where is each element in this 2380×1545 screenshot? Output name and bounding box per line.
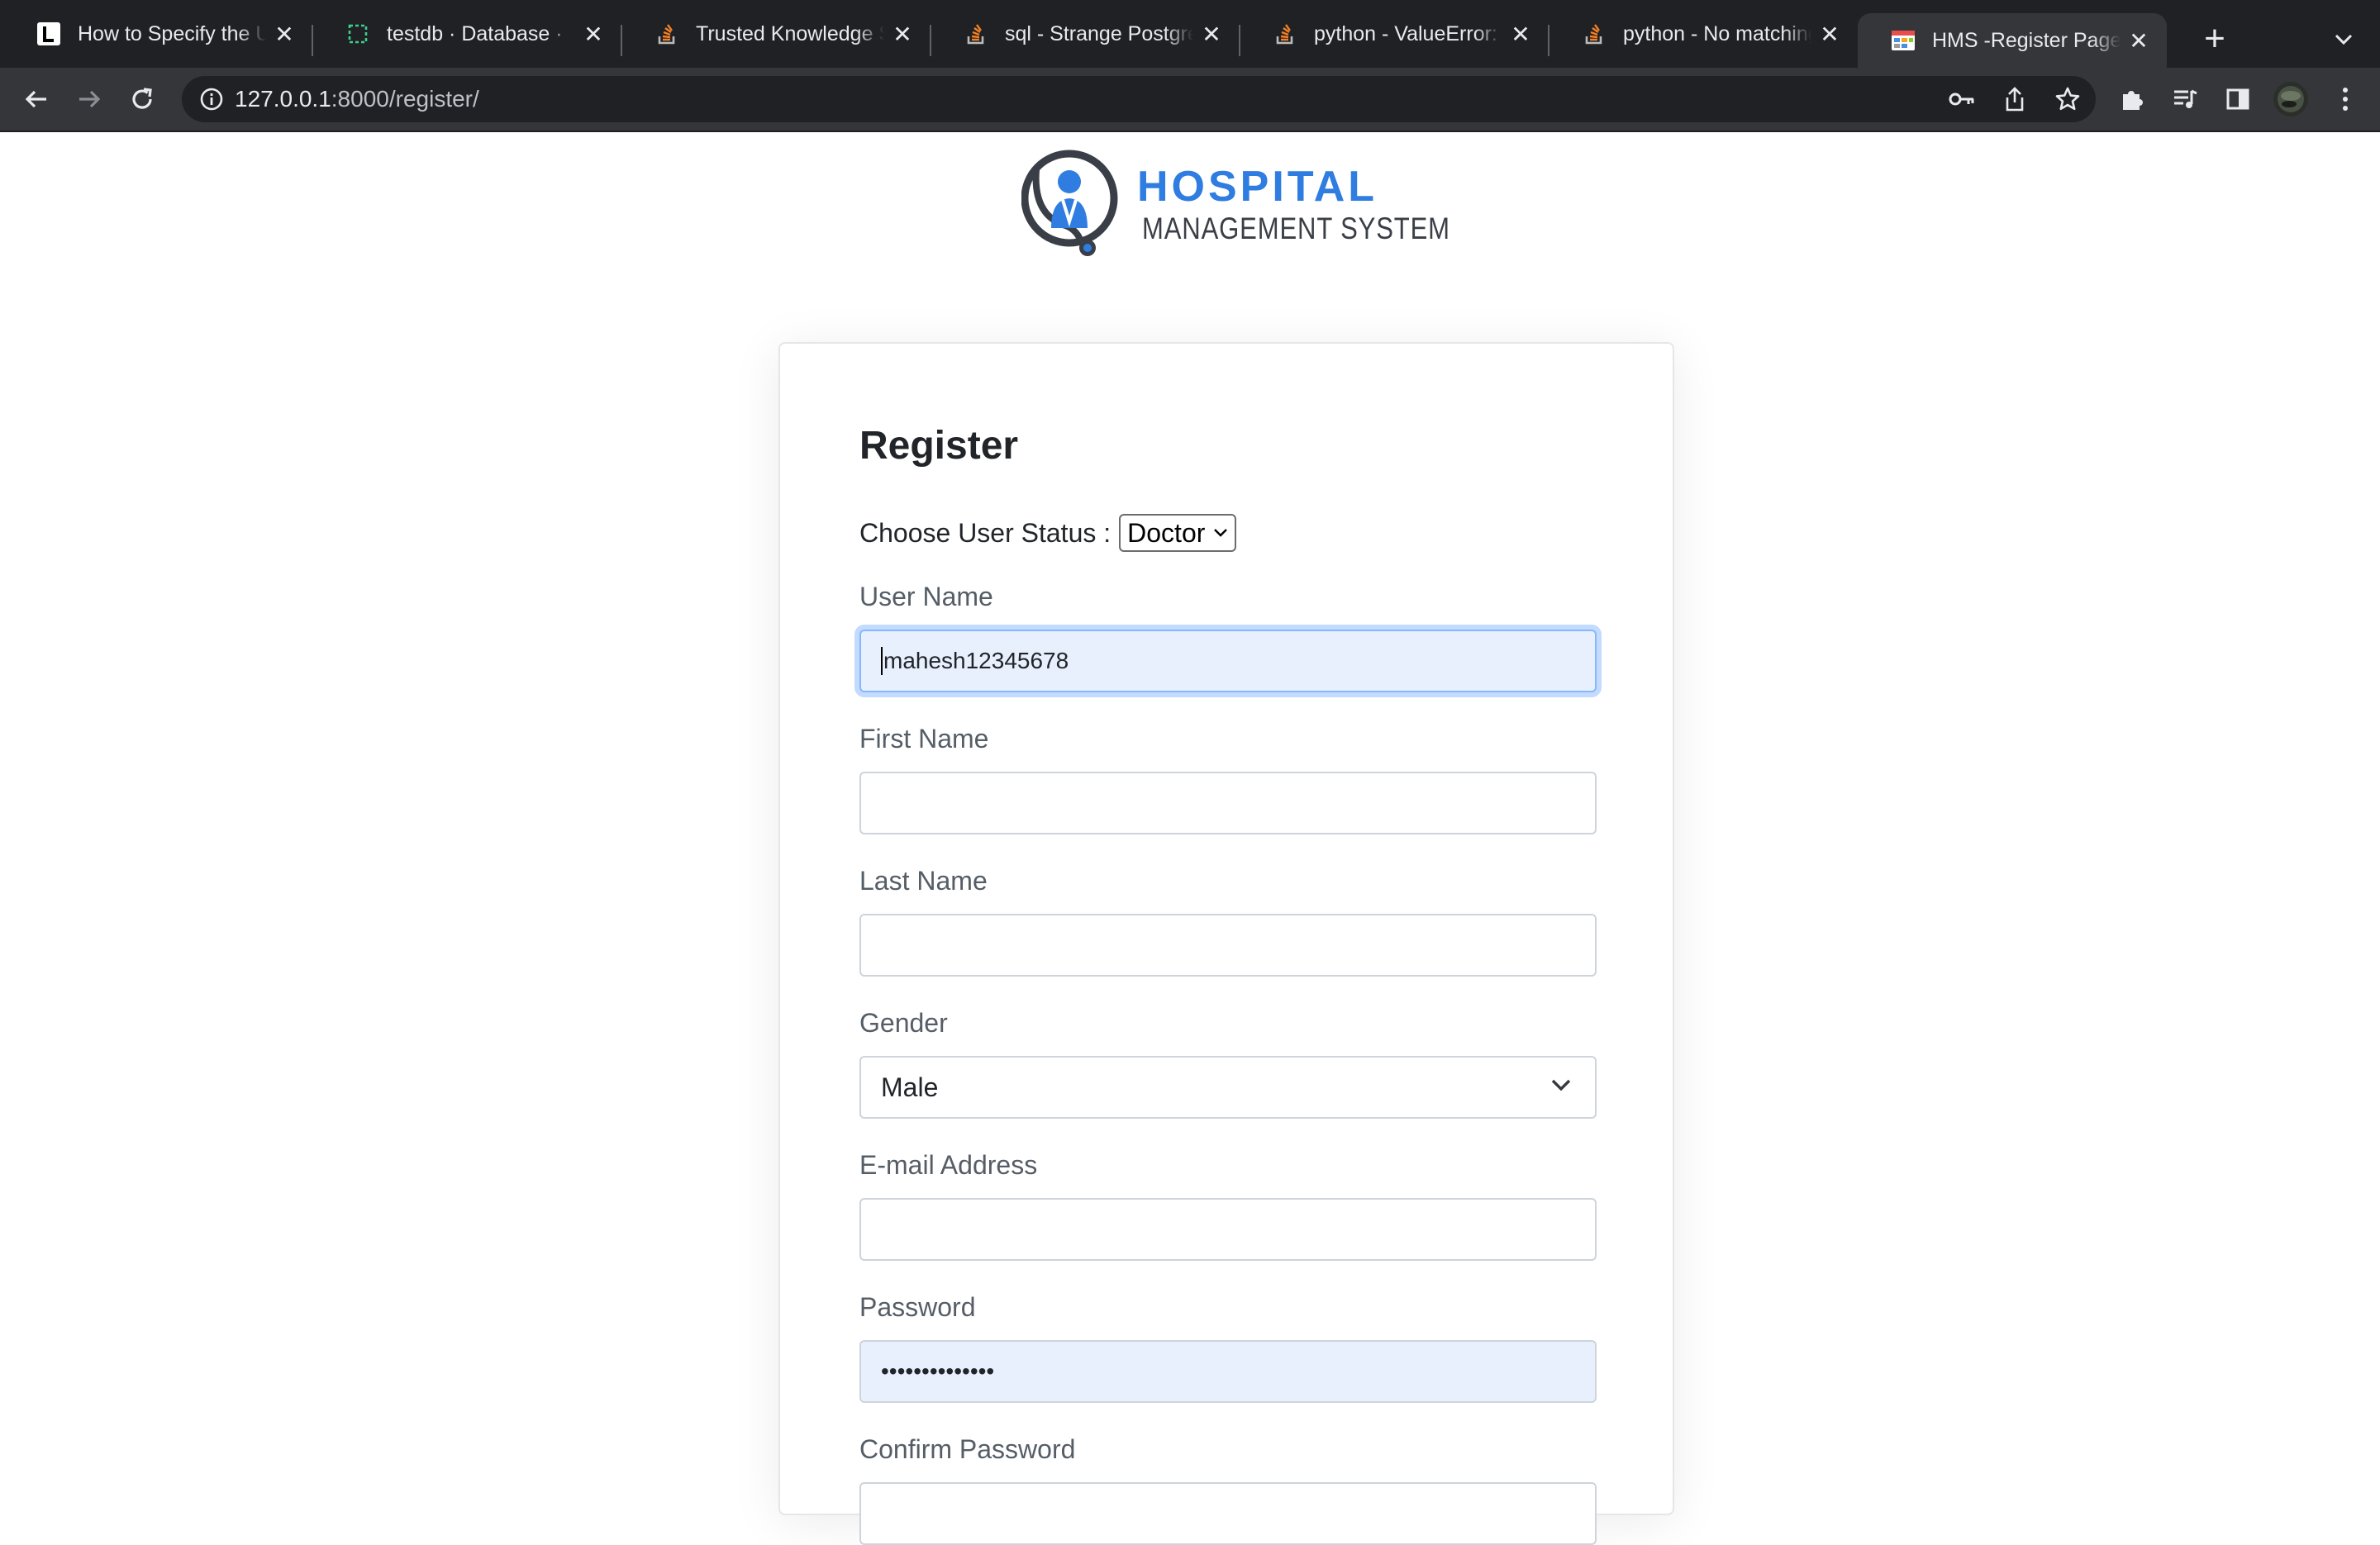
browser-tab[interactable]: sql - Strange Postgres ✕: [931, 0, 1240, 68]
browser-tab[interactable]: How to Specify the UI ✕: [3, 0, 312, 68]
tab-close-icon[interactable]: ✕: [884, 16, 921, 52]
extensions-puzzle-icon[interactable]: [2112, 79, 2152, 119]
logo-title: HOSPITAL: [1137, 163, 1378, 211]
password-value: ••••••••••••••: [881, 1358, 995, 1384]
text-caret: [881, 647, 883, 675]
tab-title: python - No matching: [1623, 21, 1811, 45]
browser-tab[interactable]: python - No matching ✕: [1549, 0, 1858, 68]
share-icon[interactable]: [1998, 83, 2031, 116]
url-path: :8000/register/: [331, 86, 479, 112]
profile-avatar[interactable]: [2271, 79, 2311, 119]
reload-icon[interactable]: [122, 79, 162, 119]
l-logo-icon: [36, 21, 61, 46]
tab-close-icon[interactable]: ✕: [1502, 16, 1539, 52]
password-key-icon[interactable]: [1945, 83, 1978, 116]
user-status-row: Choose User Status : Doctor: [859, 512, 1237, 554]
logo-subtitle: MANAGEMENT SYSTEM: [1142, 212, 1450, 245]
tab-title: testdb · Database ·: [387, 21, 563, 45]
lastname-field[interactable]: [859, 914, 1597, 977]
tab-title: python - ValueError: In: [1314, 21, 1502, 45]
user-status-value: Doctor: [1127, 517, 1206, 548]
back-arrow-icon[interactable]: [17, 79, 56, 119]
password-field[interactable]: ••••••••••••••: [859, 1340, 1597, 1403]
chevron-down-icon: [1551, 1079, 1571, 1091]
browser-toolbar: 127.0.0.1:8000/register/: [0, 68, 2380, 132]
confirm-password-label: Confirm Password: [859, 1434, 1076, 1464]
tab-close-icon[interactable]: ✕: [575, 16, 612, 52]
page-title: Register: [859, 424, 1019, 468]
new-tab-button[interactable]: +: [2195, 20, 2235, 59]
tab-title: How to Specify the UI: [78, 21, 266, 45]
lastname-label: Last Name: [859, 866, 988, 896]
tab-close-icon[interactable]: ✕: [1811, 16, 1848, 52]
tab-close-icon[interactable]: ✕: [1193, 16, 1230, 52]
chevron-down-icon: [1214, 529, 1228, 537]
username-value: mahesh12345678: [883, 648, 1069, 673]
firstname-label: First Name: [859, 724, 989, 753]
side-panel-icon[interactable]: [2218, 79, 2258, 119]
tab-title: HMS -Register Page: [1932, 28, 2121, 52]
tab-strip: How to Specify the UI ✕ testdb · Database …: [0, 0, 2380, 68]
stackoverflow-icon: [654, 21, 679, 46]
username-label: User Name: [859, 582, 993, 611]
hms-logo: HOSPITAL MANAGEMENT SYSTEM: [1021, 145, 1449, 266]
url-host: 127.0.0.1: [235, 86, 331, 112]
tab-close-icon[interactable]: ✕: [266, 16, 302, 52]
username-field[interactable]: mahesh12345678: [859, 630, 1597, 692]
gender-label: Gender: [859, 1008, 948, 1038]
tab-close-icon[interactable]: ✕: [2121, 22, 2157, 59]
address-bar[interactable]: 127.0.0.1:8000/register/: [182, 76, 2096, 122]
user-status-select[interactable]: Doctor: [1119, 514, 1237, 552]
tab-title: sql - Strange Postgres: [1005, 21, 1193, 45]
tab-title: Trusted Knowledge Sharing: [696, 21, 884, 45]
stackoverflow-icon: [1273, 21, 1297, 46]
browser-menu-icon[interactable]: [2325, 79, 2365, 119]
forward-arrow-icon[interactable]: [69, 79, 109, 119]
site-info-icon[interactable]: [197, 84, 226, 114]
gender-select[interactable]: Male: [859, 1056, 1597, 1119]
gender-value: Male: [881, 1072, 939, 1102]
url-text[interactable]: 127.0.0.1:8000/register/: [235, 76, 479, 122]
stethoscope-logo-icon: [1021, 150, 1118, 256]
bookmark-star-icon[interactable]: [2051, 83, 2084, 116]
email-label: E-mail Address: [859, 1150, 1038, 1180]
user-status-label: Choose User Status :: [859, 517, 1111, 548]
browser-tab[interactable]: HMS -Register Page ✕: [1858, 13, 2167, 68]
password-label: Password: [859, 1292, 976, 1322]
firstname-field[interactable]: [859, 772, 1597, 834]
email-field[interactable]: [859, 1198, 1597, 1261]
stackoverflow-icon: [1582, 21, 1606, 46]
register-card: Register Choose User Status : Doctor Use…: [778, 342, 1674, 1545]
database-icon: [345, 21, 370, 46]
stackoverflow-icon: [964, 21, 988, 46]
tab-search-icon[interactable]: [2327, 20, 2360, 59]
browser-tab[interactable]: python - ValueError: In ✕: [1240, 0, 1549, 68]
browser-tab[interactable]: testdb · Database · ✕: [312, 0, 621, 68]
browser-tab[interactable]: Trusted Knowledge Sharing✕: [621, 0, 931, 68]
hms-icon: [1891, 28, 1916, 53]
media-queue-icon[interactable]: [2165, 79, 2205, 119]
confirm-password-field[interactable]: [859, 1482, 1597, 1545]
